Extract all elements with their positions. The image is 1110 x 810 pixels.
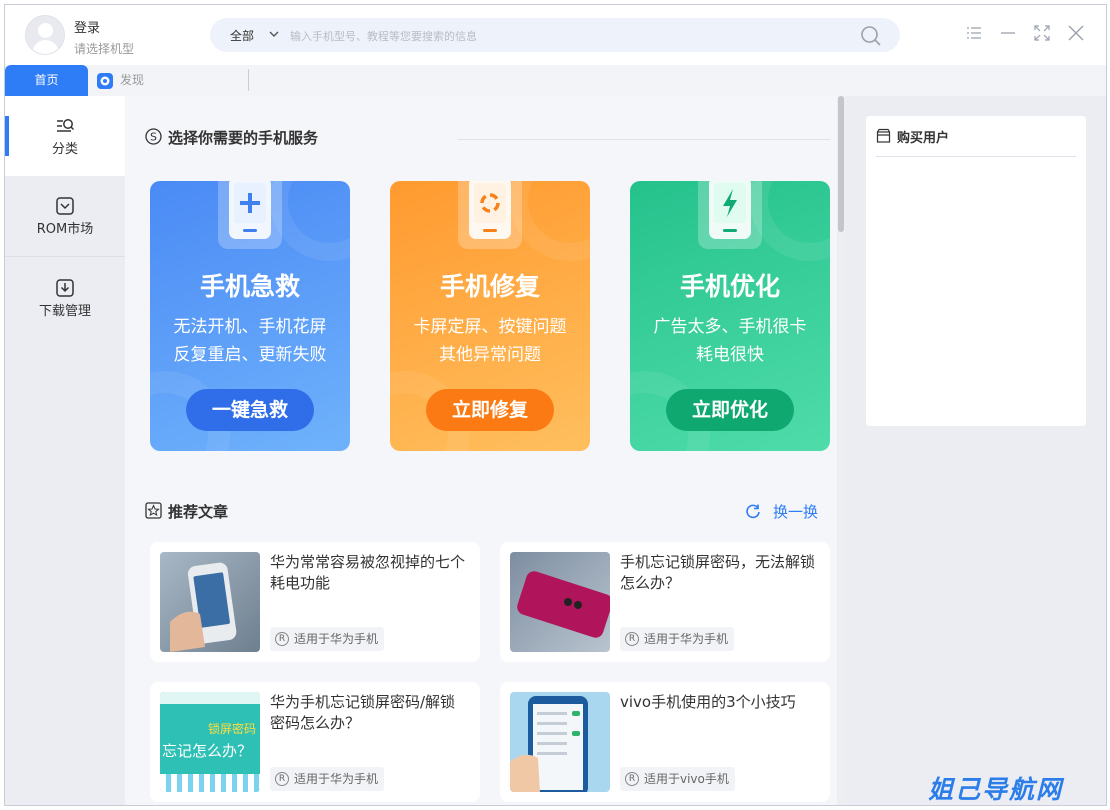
- phone-icon: [218, 181, 282, 249]
- app-window: 登录 请选择机型 全部 输入手机型号、教程等您要搜索的信息 首页 发现 分类 R…: [4, 4, 1107, 806]
- card-title: 手机急救: [199, 272, 300, 301]
- svg-text:S: S: [150, 131, 157, 144]
- article-tag: R 适用于华为手机: [270, 627, 385, 651]
- main-content: S 选择你需要的手机服务 手机急救 无法开机、手机花屏 反复重启、更新失败 一键…: [125, 96, 837, 805]
- article-card[interactable]: 手机忘记锁屏密码，无法解锁怎么办？ R 适用于华为手机: [500, 542, 830, 662]
- card-desc: 耗电很快: [696, 345, 764, 365]
- thumbnail-text: 忘记怎么办？: [162, 743, 253, 760]
- card-desc: 无法开机、手机花屏: [173, 317, 327, 337]
- close-icon[interactable]: [1067, 24, 1085, 42]
- articles-title: 推荐文章: [168, 503, 229, 521]
- article-card[interactable]: 锁屏密码 忘记怎么办？ 华为手机忘记锁屏密码/解锁密码怎么办？ R 适用于华为手机: [150, 682, 480, 802]
- article-title: vivo手机使用的3个小技巧: [620, 693, 796, 711]
- repair-button[interactable]: 立即修复: [426, 389, 554, 431]
- optimize-card[interactable]: 手机优化 广告太多、手机很卡 耗电很快 立即优化: [630, 181, 830, 451]
- maximize-icon[interactable]: [1033, 24, 1051, 42]
- login-link[interactable]: 登录: [74, 17, 100, 36]
- phone-icon: [458, 181, 522, 249]
- sidebar-item-category[interactable]: 分类: [5, 96, 125, 176]
- phone-icon: [698, 181, 762, 249]
- scrollbar[interactable]: [837, 96, 846, 805]
- article-thumbnail: [510, 692, 610, 792]
- watermark-logo: 姐己导航网: [928, 775, 1064, 804]
- discover-icon: [97, 73, 113, 89]
- services-title: 选择你需要的手机服务: [168, 129, 319, 147]
- sidebar-divider: [5, 256, 125, 257]
- article-tag: R 适用于vivo手机: [620, 767, 735, 791]
- download-icon: [56, 279, 74, 297]
- article-thumbnail: [510, 552, 610, 652]
- article-title: 华为常常容易被忽视掉的七个耗电功能: [270, 553, 466, 592]
- search-bar: 全部 输入手机型号、教程等您要搜索的信息: [210, 18, 900, 52]
- search-category-select[interactable]: 全部: [230, 27, 254, 44]
- sidebar-item-label: ROM市场: [36, 222, 94, 237]
- select-model-link[interactable]: 请选择机型: [74, 40, 134, 57]
- card-desc: 卡屏定屏、按键问题: [413, 317, 567, 337]
- refresh-icon: [746, 504, 760, 519]
- chevron-down-icon[interactable]: [268, 28, 280, 40]
- sidebar-item-download[interactable]: 下载管理: [5, 258, 125, 338]
- star-icon: [145, 502, 162, 519]
- refresh-label: 换一换: [773, 503, 819, 521]
- article-title: 手机忘记锁屏密码，无法解锁怎么办？: [620, 553, 816, 592]
- sidebar-item-label: 下载管理: [38, 304, 91, 319]
- search-icon[interactable]: [860, 25, 882, 47]
- menu-icon[interactable]: [965, 24, 983, 42]
- card-title: 手机优化: [679, 272, 780, 301]
- category-search-icon: [57, 119, 75, 132]
- plus-icon: [240, 193, 260, 213]
- tab-divider: [248, 69, 249, 91]
- article-thumbnail: [160, 552, 260, 652]
- card-desc: 反复重启、更新失败: [173, 345, 327, 365]
- article-title: 华为手机忘记锁屏密码/解锁密码怎么办？: [270, 693, 456, 732]
- sidebar-item-label: 分类: [51, 142, 78, 157]
- rom-market-icon: [56, 197, 74, 215]
- refresh-button[interactable]: 换一换: [745, 501, 825, 521]
- avatar[interactable]: [25, 15, 65, 55]
- repair-icon: [480, 193, 500, 213]
- scroll-thumb[interactable]: [838, 96, 844, 232]
- buyers-panel: 购买用户: [866, 116, 1086, 426]
- divider: [876, 156, 1076, 157]
- article-card[interactable]: 华为常常容易被忽视掉的七个耗电功能 R 适用于华为手机: [150, 542, 480, 662]
- sidebar-item-rom-market[interactable]: ROM市场: [5, 176, 125, 256]
- rescue-card[interactable]: 手机急救 无法开机、手机花屏 反复重启、更新失败 一键急救: [150, 181, 350, 451]
- article-tag: R 适用于华为手机: [620, 627, 735, 651]
- right-panel: 购买用户: [846, 96, 1106, 805]
- card-desc: 广告太多、手机很卡: [653, 317, 807, 337]
- rescue-button[interactable]: 一键急救: [186, 389, 314, 431]
- article-thumbnail: 锁屏密码 忘记怎么办？: [160, 692, 260, 792]
- tab-discover-label: 发现: [120, 73, 145, 87]
- tab-bar: 首页 发现: [5, 65, 1106, 96]
- card-title: 手机修复: [439, 272, 540, 301]
- sidebar: 分类 ROM市场 下载管理: [5, 96, 125, 805]
- repair-card[interactable]: 手机修复 卡屏定屏、按键问题 其他异常问题 立即修复: [390, 181, 590, 451]
- optimize-button[interactable]: 立即优化: [666, 389, 794, 431]
- card-desc: 其他异常问题: [439, 345, 541, 365]
- header: 登录 请选择机型 全部 输入手机型号、教程等您要搜索的信息: [5, 5, 1106, 65]
- service-icon: S: [145, 128, 162, 145]
- section-divider: [458, 139, 830, 140]
- article-tag: R 适用于华为手机: [270, 767, 385, 791]
- thumbnail-text: 锁屏密码: [208, 722, 257, 736]
- search-input[interactable]: 输入手机型号、教程等您要搜索的信息: [290, 28, 477, 44]
- tab-discover[interactable]: 发现: [96, 65, 246, 96]
- buyers-title: 购买用户: [897, 131, 950, 146]
- minimize-icon[interactable]: [999, 24, 1017, 42]
- lightning-icon: [723, 189, 737, 217]
- tab-home[interactable]: 首页: [5, 65, 88, 96]
- article-card[interactable]: vivo手机使用的3个小技巧 R 适用于vivo手机: [500, 682, 830, 802]
- shop-icon: [876, 128, 891, 143]
